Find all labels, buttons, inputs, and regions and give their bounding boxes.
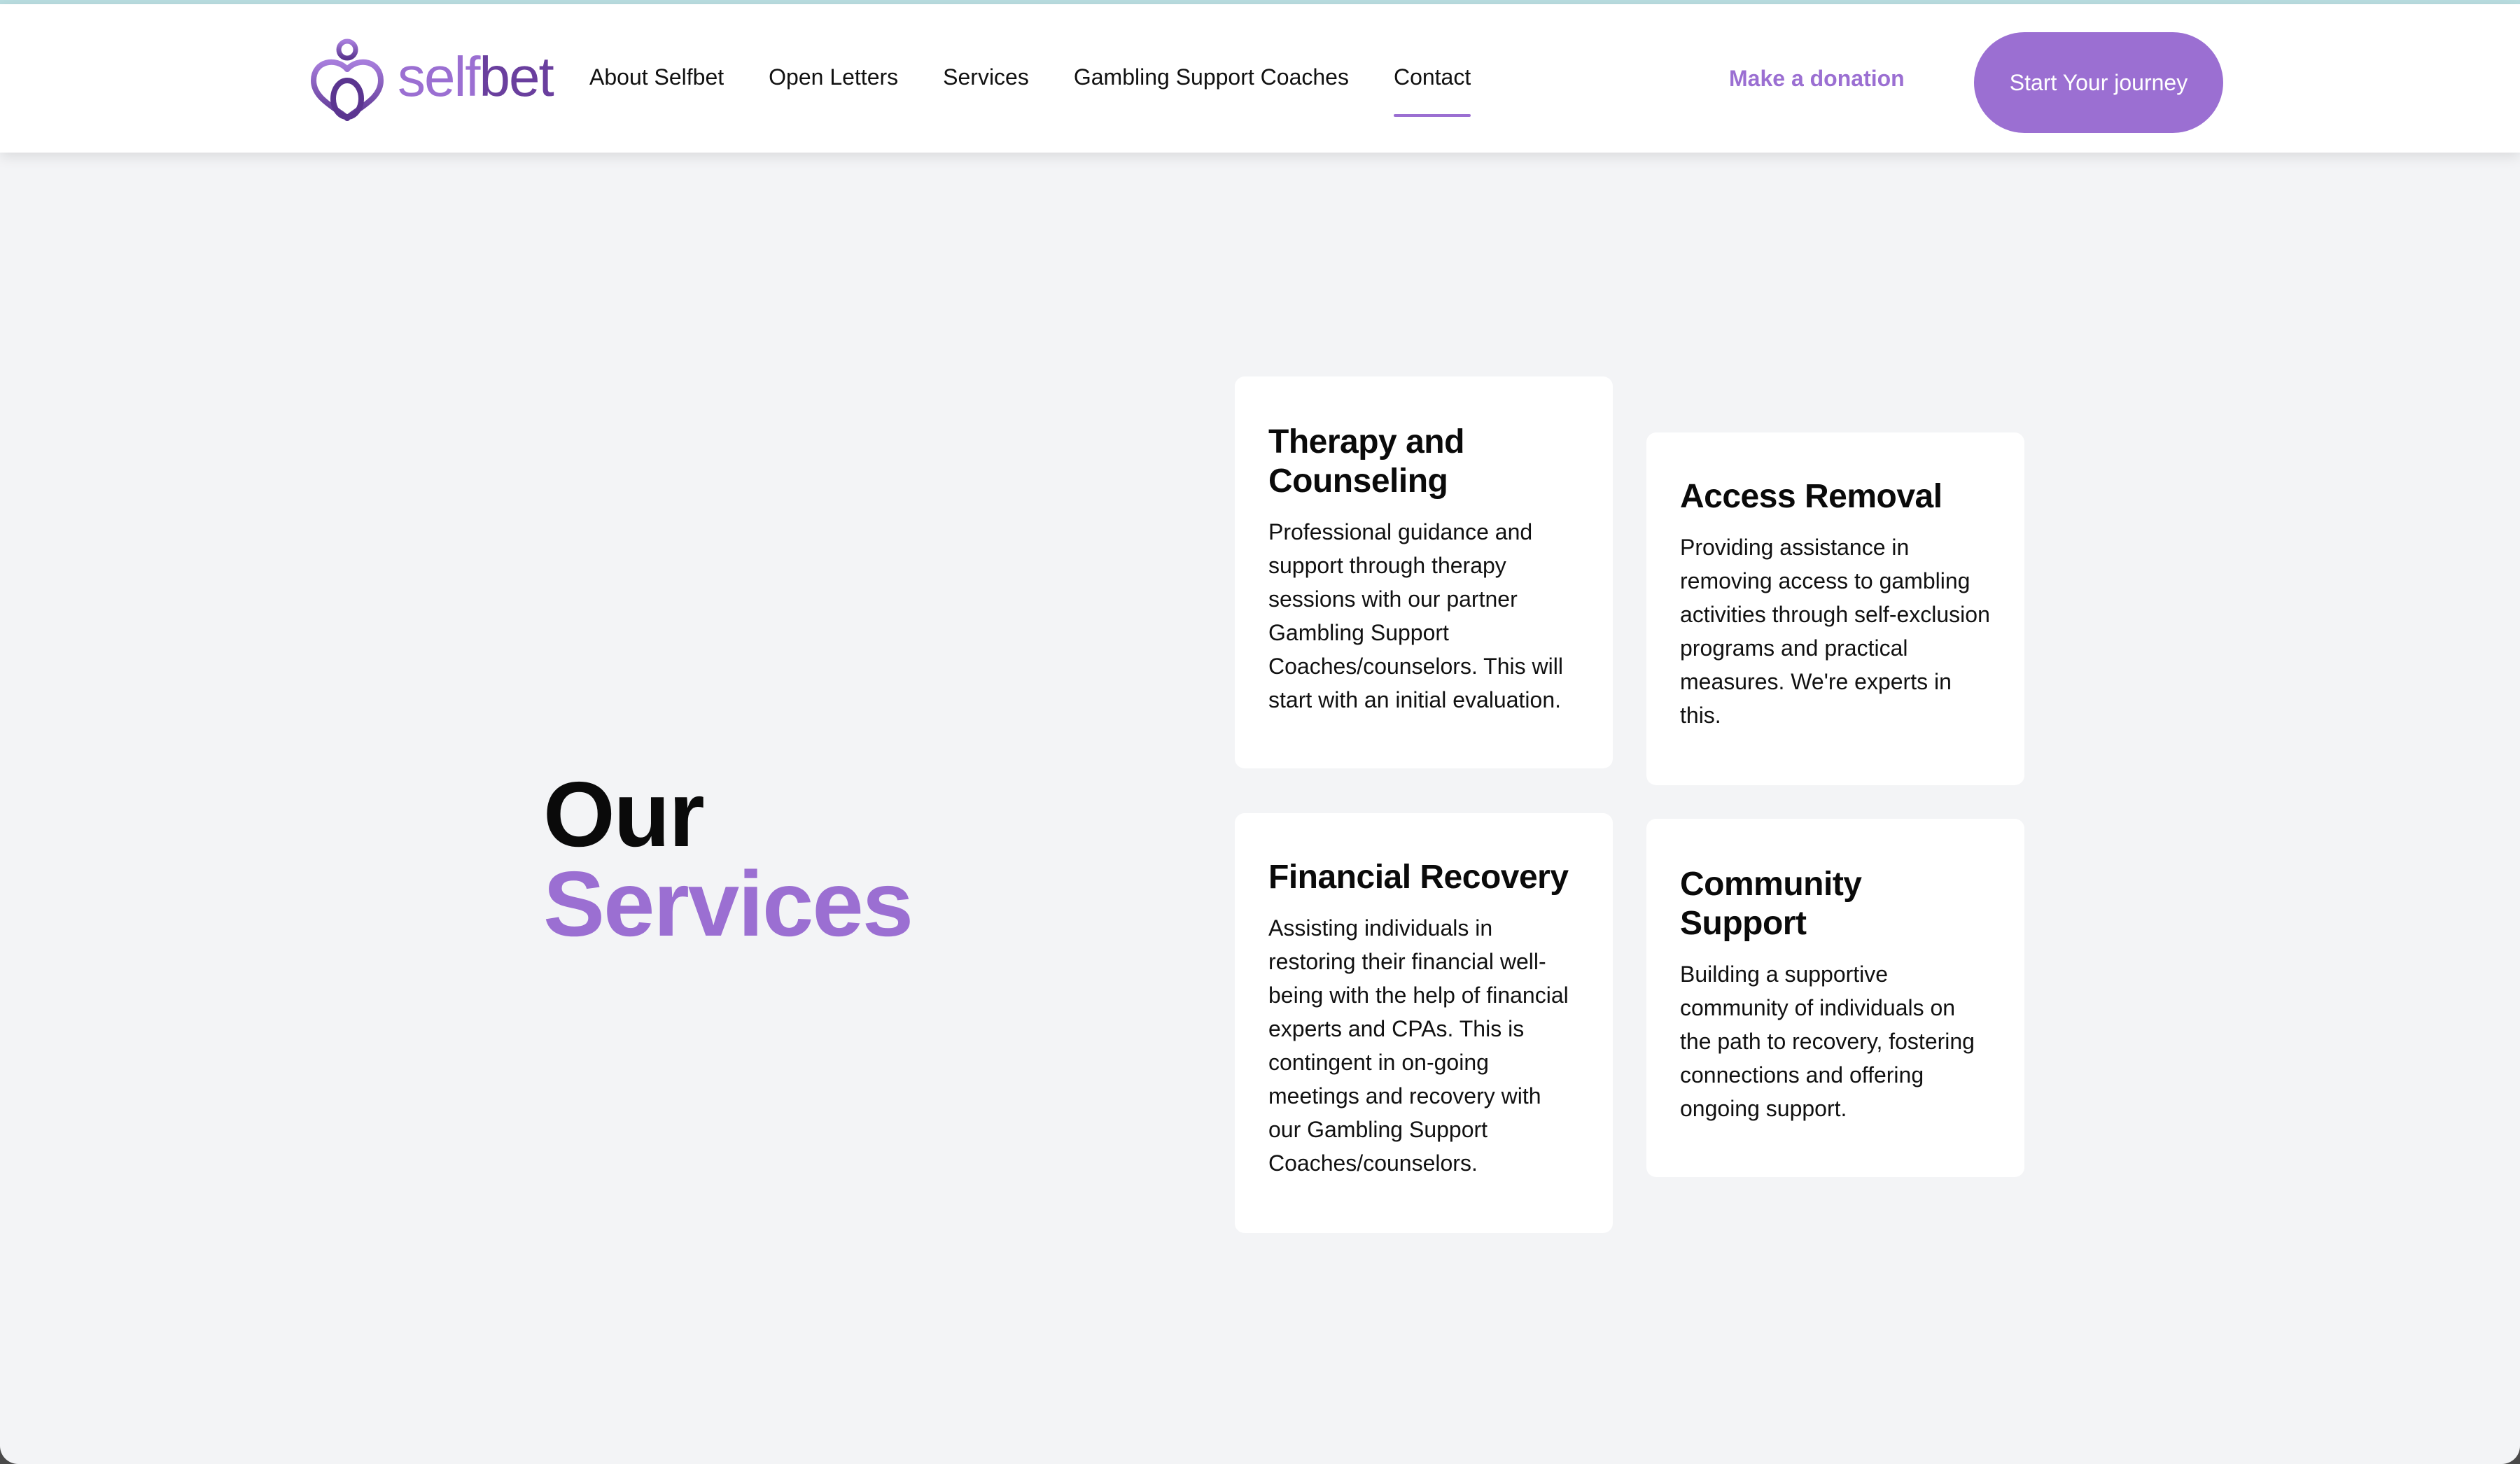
nav-contact[interactable]: Contact <box>1393 64 1471 117</box>
nav-services[interactable]: Services <box>943 64 1029 90</box>
service-title: Financial Recovery <box>1268 859 1569 896</box>
make-donation-link[interactable]: Make a donation <box>1729 66 1905 92</box>
service-card-community-support: Community Support Building a supportive … <box>1646 819 2024 1177</box>
main-nav: About Selfbet Open Letters Services Gamb… <box>589 64 1516 117</box>
service-title: Therapy and Counseling <box>1268 423 1464 500</box>
logo-wordmark: selfbet <box>398 49 554 105</box>
service-card-financial-recovery: Financial Recovery Assisting individuals… <box>1235 813 1613 1233</box>
service-description: Building a supportive community of indiv… <box>1680 962 1975 1121</box>
service-card-therapy: Therapy and Counseling Professional guid… <box>1235 376 1613 768</box>
page-title-line2: Services <box>543 852 913 956</box>
site-header: selfbet About Selfbet Open Letters Servi… <box>0 4 2520 153</box>
page-title-line1: Our <box>543 763 705 866</box>
service-title: Community Support <box>1680 866 1862 942</box>
logo-text-bet: bet <box>479 45 554 108</box>
start-journey-button[interactable]: Start Your journey <box>1974 32 2223 133</box>
service-title: Access Removal <box>1680 478 1942 515</box>
browser-viewport: selfbet About Selfbet Open Letters Servi… <box>0 0 2520 1464</box>
service-description: Assisting individuals in restoring their… <box>1268 915 1569 1176</box>
selfbet-heart-logo-icon <box>310 38 384 121</box>
logo-text-self: self <box>398 45 480 108</box>
service-description: Professional guidance and support throug… <box>1268 519 1563 712</box>
page-title: Our Services <box>543 763 913 956</box>
service-card-access-removal: Access Removal Providing assistance in r… <box>1646 432 2024 785</box>
home-logo-link[interactable]: selfbet <box>308 36 554 123</box>
service-description: Providing assistance in removing access … <box>1680 535 1990 728</box>
nav-gambling-support-coaches[interactable]: Gambling Support Coaches <box>1074 64 1349 90</box>
nav-open-letters[interactable]: Open Letters <box>769 64 898 90</box>
nav-about-selfbet[interactable]: About Selfbet <box>589 64 724 90</box>
